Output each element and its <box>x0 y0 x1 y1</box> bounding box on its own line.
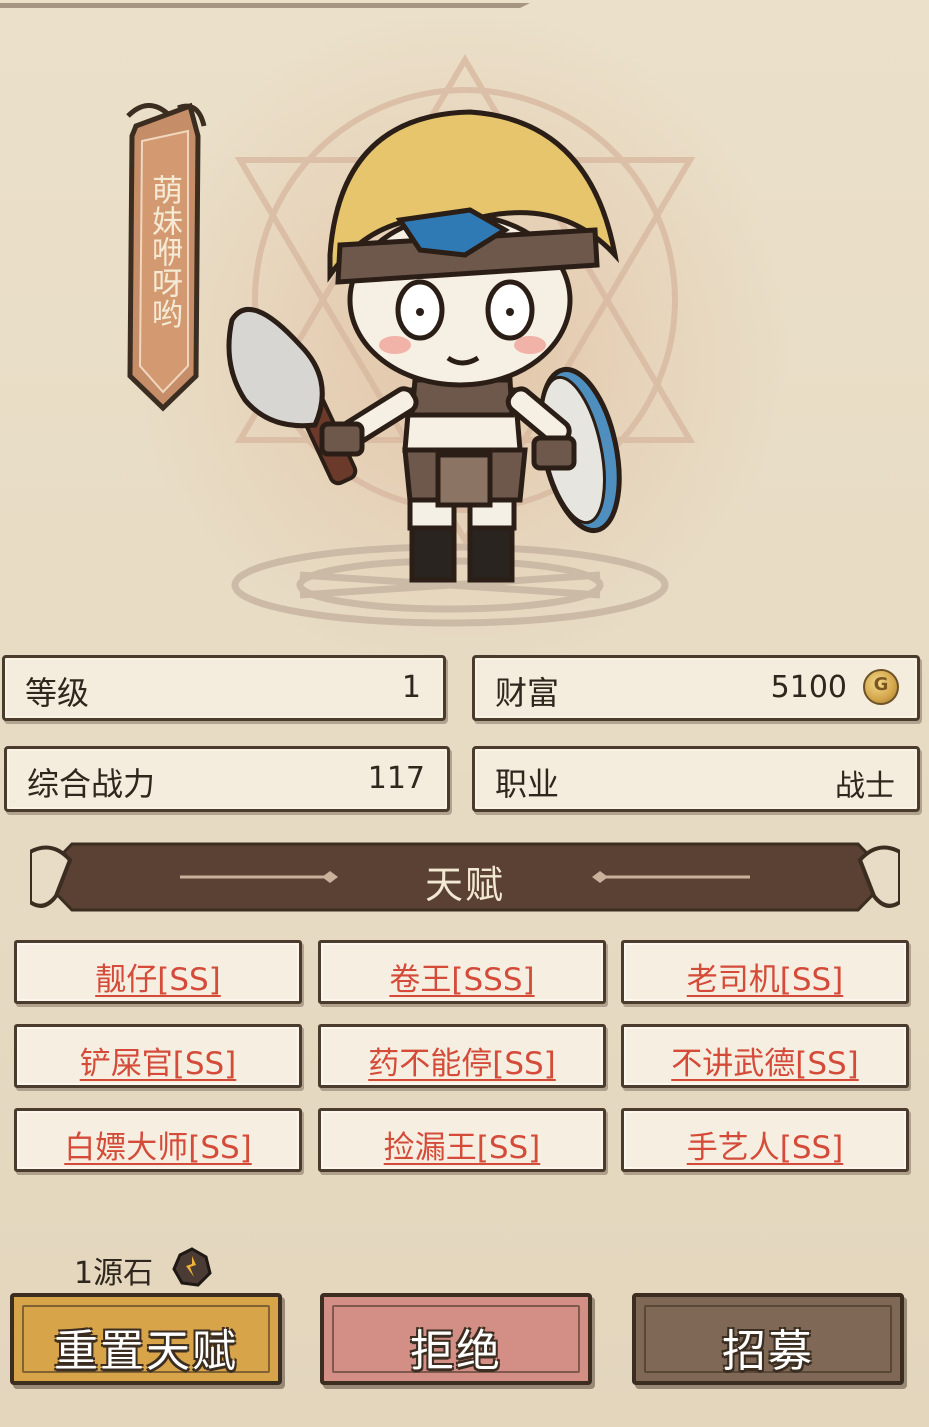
level-label: 等级 <box>25 674 90 712</box>
talent-item[interactable]: 铲屎官[SS] <box>14 1024 302 1088</box>
talent-label: 老司机[SS] <box>686 962 844 998</box>
axe-icon <box>226 307 358 486</box>
talent-label: 手艺人[SS] <box>686 1130 844 1166</box>
top-divider <box>0 3 530 8</box>
talent-header: 天赋 <box>30 840 900 914</box>
power-label: 综合战力 <box>27 765 156 803</box>
class-value: 战士 <box>835 769 895 804</box>
talent-label: 不讲武德[SS] <box>671 1046 859 1082</box>
talent-item[interactable]: 手艺人[SS] <box>621 1108 909 1172</box>
level-panel: 等级 1 <box>2 655 446 721</box>
talent-item[interactable]: 老司机[SS] <box>621 940 909 1004</box>
hero-name-banner: 萌妹咿呀哟 <box>118 96 208 416</box>
talent-item[interactable]: 不讲武德[SS] <box>621 1024 909 1088</box>
hero-head <box>327 109 620 388</box>
power-panel: 综合战力 117 <box>4 746 450 812</box>
reset-talent-button[interactable]: 重置天赋 <box>10 1293 282 1385</box>
talent-item[interactable]: 捡漏王[SS] <box>318 1108 606 1172</box>
talent-item[interactable]: 白嫖大师[SS] <box>14 1108 302 1172</box>
talent-label: 捡漏王[SS] <box>383 1130 541 1166</box>
recruit-label: 招募 <box>722 1326 814 1377</box>
reject-label: 拒绝 <box>410 1326 502 1377</box>
hero-name: 萌妹咿呀哟 <box>146 174 182 329</box>
reset-talent-label: 重置天赋 <box>54 1326 238 1377</box>
wealth-label: 财富 <box>495 674 560 712</box>
level-value: 1 <box>401 670 421 705</box>
talent-title: 天赋 <box>424 863 505 907</box>
talent-label: 白嫖大师[SS] <box>64 1130 252 1166</box>
class-label: 职业 <box>495 765 560 803</box>
talent-label: 铲屎官[SS] <box>79 1046 237 1082</box>
wealth-value: 5100 <box>770 670 847 705</box>
power-value: 117 <box>367 761 425 796</box>
reject-button[interactable]: 拒绝 <box>320 1293 592 1385</box>
reset-cost: 1源石 <box>74 1256 154 1291</box>
talent-label: 卷王[SSS] <box>389 962 535 998</box>
recruit-button[interactable]: 招募 <box>632 1293 904 1385</box>
talent-item[interactable]: 卷王[SSS] <box>318 940 606 1004</box>
talent-item[interactable]: 药不能停[SS] <box>318 1024 606 1088</box>
wealth-panel: 财富 5100 <box>472 655 920 721</box>
gold-coin-icon <box>863 669 899 705</box>
talent-label: 药不能停[SS] <box>368 1046 556 1082</box>
class-panel: 职业 战士 <box>472 746 920 812</box>
talent-label: 靓仔[SS] <box>95 962 221 998</box>
talent-item[interactable]: 靓仔[SS] <box>14 940 302 1004</box>
source-stone-icon <box>172 1247 212 1287</box>
